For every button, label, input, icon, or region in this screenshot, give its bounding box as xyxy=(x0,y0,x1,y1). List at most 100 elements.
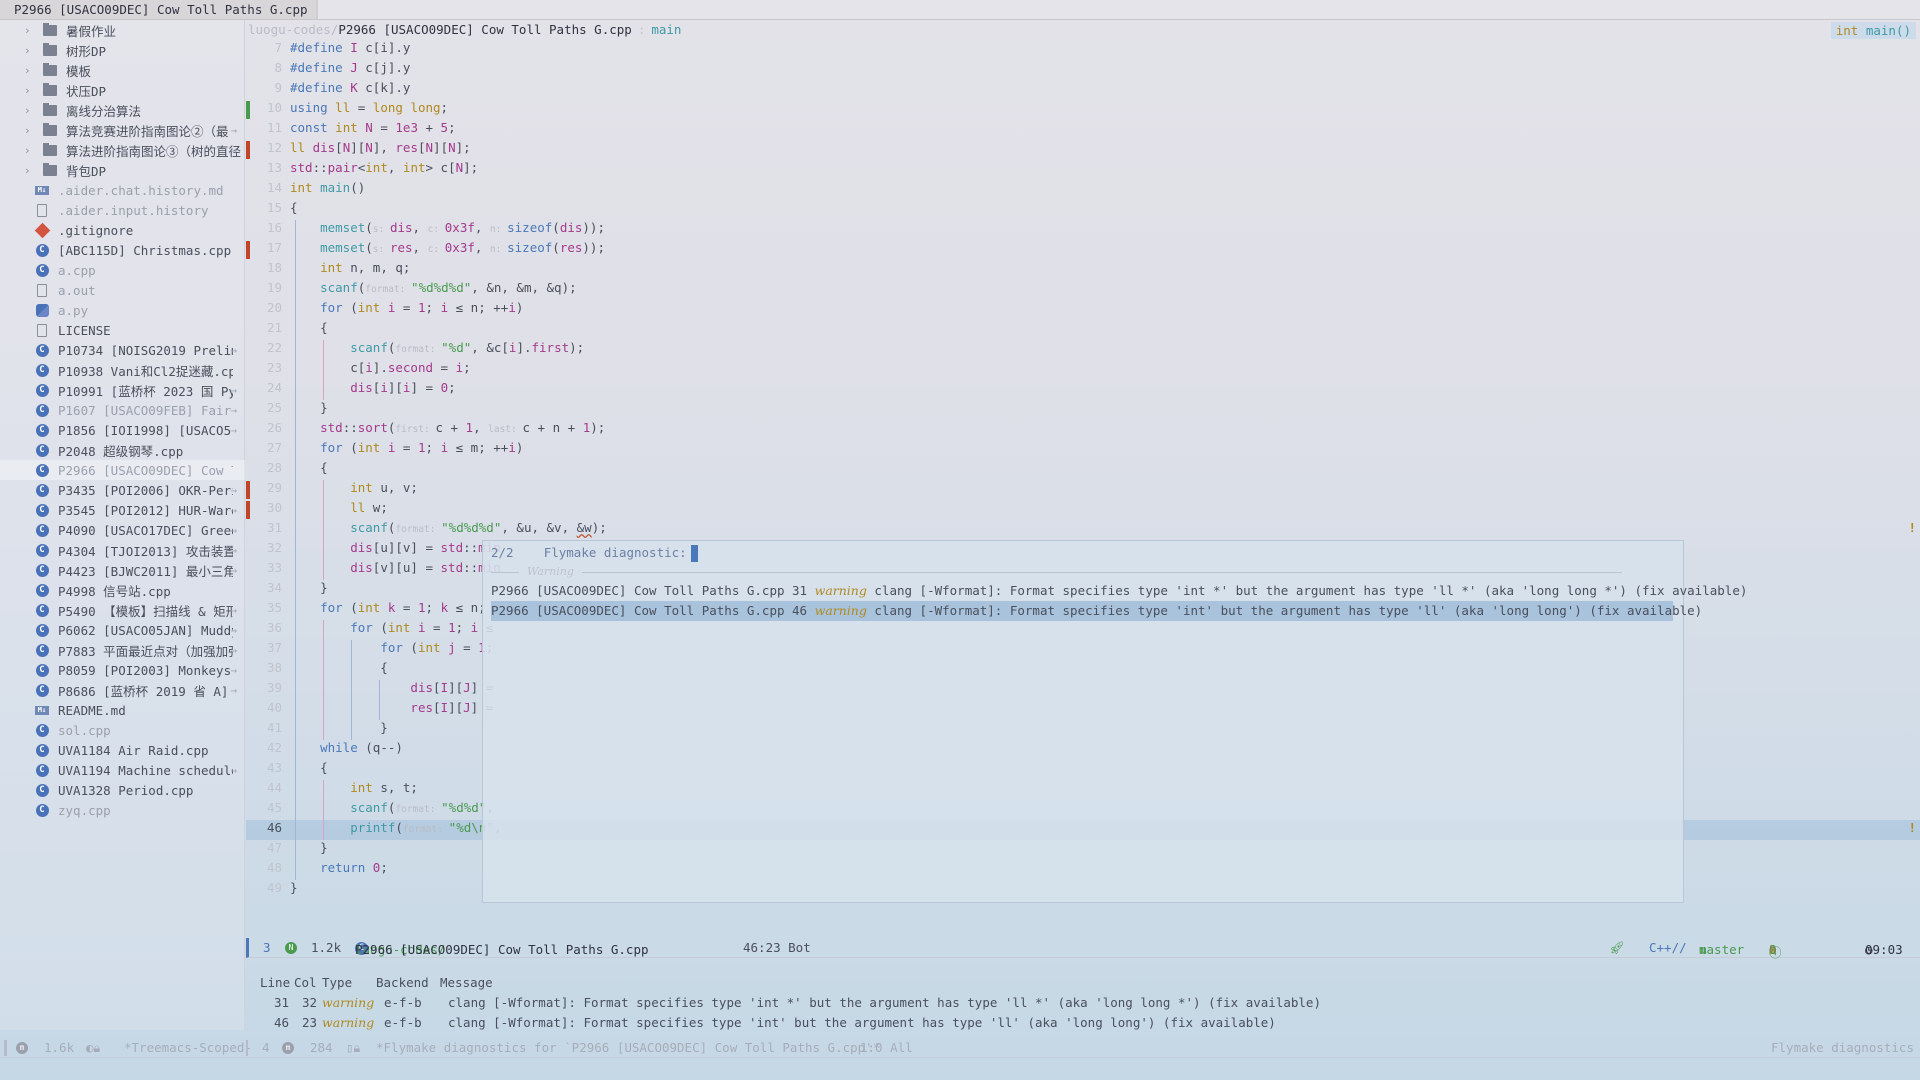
line-number: 40 xyxy=(266,700,282,715)
cpp-icon: C xyxy=(34,763,50,777)
tree-file[interactable]: C P4304 [TJOI2013] 攻击装置. → xyxy=(0,540,245,560)
tree-file[interactable]: C P10991 [蓝桥杯 2023 国 Pyt → xyxy=(0,380,245,400)
candidate-item[interactable]: P2966 [USACO09DEC] Cow Toll Paths G.cpp … xyxy=(491,581,1747,601)
major-mode[interactable]: Flymake diagnostics xyxy=(1771,1040,1914,1055)
breadcrumb-dir[interactable]: luogu-codes/ xyxy=(248,22,338,37)
tab-active-file[interactable]: P2966 [USACO09DEC] Cow Toll Paths G.cpp xyxy=(0,0,318,19)
cpp-icon: C xyxy=(34,783,50,797)
tree-file[interactable]: .aider.input.history xyxy=(0,200,245,220)
code-line[interactable]: 18 int n, m, q; xyxy=(246,260,1920,280)
treemacs-buffer-name[interactable]: *Treemacs-Scoped- xyxy=(124,1040,252,1055)
tree-file[interactable]: M↓ README.md xyxy=(0,700,245,720)
cpp-icon: C xyxy=(34,563,50,577)
tree-file[interactable]: CP3545 [POI2012] HUR-Wareho→ xyxy=(0,500,245,520)
code-line[interactable]: 16 memset(s: dis, c: 0x3f, n: sizeof(dis… xyxy=(246,220,1920,240)
diagnostic-row[interactable]: 31 32 warning e-f-b clang [-Wformat]: Format… xyxy=(246,980,1920,1010)
tree-file[interactable]: CP6062 [USACO05JAN] Muddy F→ xyxy=(0,620,245,640)
tree-file[interactable]: CP1856 [IOI1998] [USACO5.5]→ xyxy=(0,420,245,440)
tree-folder[interactable]: › 算法进阶指南图论③（树的直径 → xyxy=(0,140,245,160)
chevron-right-icon[interactable]: › xyxy=(24,44,38,57)
tree-file[interactable]: C P4998 信号站.cpp xyxy=(0,580,245,600)
chevron-right-icon[interactable]: › xyxy=(24,124,38,137)
tree-file[interactable]: C P7883 平面最近点对（加强加强 → xyxy=(0,640,245,660)
line-number: 39 xyxy=(266,680,282,695)
tree-file[interactable]: C P4423 [BJWC2011] 最小三角形 → xyxy=(0,560,245,580)
tree-file[interactable]: CP1607 [USACO09FEB] Fair Sh→ xyxy=(0,400,245,420)
tree-file[interactable]: C P4090 [USACO17DEC] Greedy → xyxy=(0,520,245,540)
chevron-right-icon[interactable]: › xyxy=(24,144,38,157)
tree-file[interactable]: CP2966 [USACO09DEC] Cow Tol xyxy=(0,460,245,480)
code-line[interactable]: 12 ll dis[N][N], res[N][N]; xyxy=(246,140,1920,160)
code-line[interactable]: 10 using ll = long long; xyxy=(246,100,1920,120)
tree-file[interactable]: C P2048 超级钢琴.cpp xyxy=(0,440,245,460)
tree-file[interactable]: C P5490 【模板】扫描线 & 矩形 → xyxy=(0,600,245,620)
cpp-icon: C xyxy=(34,523,50,537)
code-line[interactable]: 15{ xyxy=(246,200,1920,220)
indent-guide xyxy=(323,480,324,580)
candidate-item-selected[interactable]: P2966 [USACO09DEC] Cow Toll Paths G.cpp … xyxy=(491,601,1702,621)
tree-file[interactable]: M↓ .aider.chat.history.md xyxy=(0,180,245,200)
code-line[interactable]: 8 #define J c[j].y xyxy=(246,60,1920,80)
code-line[interactable]: 28 { xyxy=(246,460,1920,480)
major-mode[interactable]: C++// xyxy=(1649,940,1687,955)
tree-folder[interactable]: › 背包DP xyxy=(0,160,245,180)
tree-file[interactable]: C P10734 [NOISG2019 Prelim] → xyxy=(0,340,245,360)
tree-file[interactable]: LICENSE xyxy=(0,320,245,340)
code-line[interactable]: 31 scanf(format: "%d%d%d", &u, &v, &w);! xyxy=(246,520,1920,540)
code-line[interactable]: 22 scanf(format: "%d", &c[i].first); xyxy=(246,340,1920,360)
breadcrumb-file[interactable]: P2966 [USACO09DEC] Cow Toll Paths G.cpp xyxy=(338,22,632,37)
chevron-right-icon[interactable]: › xyxy=(24,24,38,37)
line-number: 33 xyxy=(266,560,282,575)
code-line[interactable]: 7 #define I c[i].y xyxy=(246,40,1920,60)
tree-folder[interactable]: › 树形DP xyxy=(0,40,245,60)
code-line[interactable]: 26 std::sort(first: c + 1, last: c + n +… xyxy=(246,420,1920,440)
markdown-icon: M↓ xyxy=(34,703,50,717)
code-line[interactable]: 9 #define K c[k].y xyxy=(246,80,1920,100)
code-line[interactable]: 29 int u, v; xyxy=(246,480,1920,500)
tree-file[interactable]: CUVA1194 Machine schedule.c→ xyxy=(0,760,245,780)
tree-file[interactable]: CP3435 [POI2006] OKR-Perioc→ xyxy=(0,480,245,500)
tree-file[interactable]: C P8686 [蓝桥杯 2019 省 A] 修 → xyxy=(0,680,245,700)
tree-file[interactable]: a.py xyxy=(0,300,245,320)
tree-file[interactable]: C [ABC115D] Christmas.cpp xyxy=(0,240,245,260)
line-number: 23 xyxy=(266,360,282,375)
line-number: 41 xyxy=(266,720,282,735)
chevron-right-icon[interactable]: › xyxy=(24,84,38,97)
code-line[interactable]: 17 memset(s: res, c: 0x3f, n: sizeof(res… xyxy=(246,240,1920,260)
tree-folder[interactable]: › 暑假作业 xyxy=(0,20,245,40)
chevron-right-icon[interactable]: › xyxy=(24,104,38,117)
code-line[interactable]: 19 scanf(format: "%d%d%d", &n, &m, &q); xyxy=(246,280,1920,300)
diagnostic-row[interactable]: 46 23 warning e-f-b clang [-Wformat]: Format… xyxy=(246,1000,1920,1030)
tree-file[interactable]: Ca.cpp xyxy=(0,260,245,280)
tree-file[interactable]: a.out xyxy=(0,280,245,300)
chevron-right-icon[interactable]: › xyxy=(24,164,38,177)
breadcrumb-function[interactable]: main xyxy=(651,22,681,37)
tree-file[interactable]: Csol.cpp xyxy=(0,720,245,740)
code-line[interactable]: 30 ll w; xyxy=(246,500,1920,520)
tree-folder[interactable]: › 状压DP xyxy=(0,80,245,100)
tree-file[interactable]: C P10938 Vani和Cl2捉迷藏.cpp xyxy=(0,360,245,380)
tree-file[interactable]: C UVA1328 Period.cpp xyxy=(0,780,245,800)
code-line[interactable]: 21 { xyxy=(246,320,1920,340)
code-line[interactable]: 27 for (int i = 1; i ≤ m; ++i) xyxy=(246,440,1920,460)
cpp-icon: C xyxy=(34,683,50,697)
tree-folder[interactable]: › 离线分治算法 xyxy=(0,100,245,120)
tree-folder[interactable]: › 算法竞赛进阶指南图论②（最 → xyxy=(0,120,245,140)
code-line[interactable]: 25 } xyxy=(246,400,1920,420)
code-line[interactable]: 24 dis[i][i] = 0; xyxy=(246,380,1920,400)
tree-file[interactable]: CP8059 [POI2003] Monkeys.cp→ xyxy=(0,660,245,680)
tree-folder[interactable]: › 模板 xyxy=(0,60,245,80)
flymake-diagnostics-buffer[interactable]: Line Col Type Backend Message 31 32 warning e-f… xyxy=(246,958,1920,1030)
tree-file[interactable]: .gitignore xyxy=(0,220,245,240)
code-line[interactable]: 14 int main() xyxy=(246,180,1920,200)
chevron-right-icon[interactable]: › xyxy=(24,64,38,77)
tree-file[interactable]: C UVA1184 Air Raid.cpp xyxy=(0,740,245,760)
code-line[interactable]: 13 std::pair<int, int> c[N]; xyxy=(246,160,1920,180)
buffer-name[interactable]: *Flymake diagnostics for `P2966 [USACO09… xyxy=(376,1040,880,1055)
code-line[interactable]: 11 const int N = 1e3 + 5; xyxy=(246,120,1920,140)
code-line[interactable]: 20 for (int i = 1; i ≤ n; ++i) xyxy=(246,300,1920,320)
cpp-icon: C xyxy=(34,643,50,657)
minibuffer-prompt[interactable]: 2/2 Flymake diagnostic: xyxy=(491,545,698,562)
tree-file[interactable]: Czyq.cpp xyxy=(0,800,245,820)
code-line[interactable]: 23 c[i].second = i; xyxy=(246,360,1920,380)
